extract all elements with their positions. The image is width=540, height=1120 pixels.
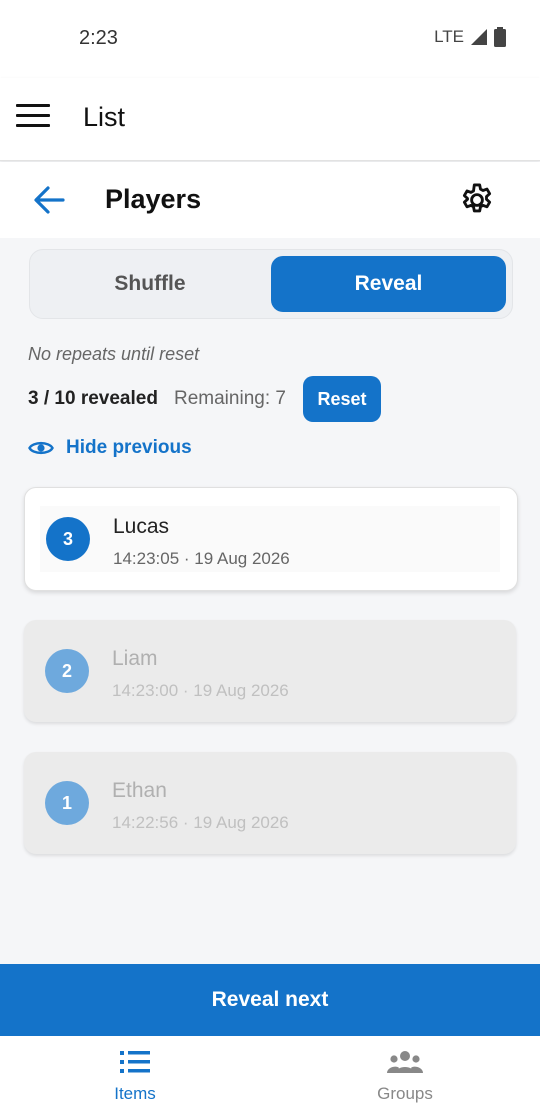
status-bar: 2:23 LTE [0,0,540,78]
bottom-nav: Items Groups [0,1036,540,1120]
nav-label: Groups [377,1084,433,1103]
app-title: List [83,102,126,132]
remaining-count: Remaining: 7 [174,388,286,409]
player-name: Lucas [113,515,170,538]
reveal-number-badge: 2 [45,649,89,693]
signal-icon [471,29,487,45]
back-arrow-icon[interactable] [32,184,66,216]
player-name: Ethan [112,779,167,802]
app-bar: List [0,78,540,161]
nav-item-groups[interactable]: Groups [270,1036,540,1120]
player-name: Liam [112,647,158,670]
hide-previous-label: Hide previous [66,437,192,458]
shuffle-tab[interactable]: Shuffle [30,256,270,312]
page-title: Players [105,184,202,214]
status-icons: LTE [434,27,506,47]
reveal-card-previous: 1 Ethan 14:22:56 · 19 Aug 2026 [24,752,516,854]
eye-icon [28,441,54,455]
groups-icon [387,1051,423,1073]
list-icon [120,1051,150,1073]
reveal-card-previous: 2 Liam 14:23:00 · 19 Aug 2026 [24,620,516,722]
hide-previous-toggle[interactable]: Hide previous [28,437,192,459]
revealed-count: 3 / 10 revealed [28,388,158,409]
reveal-timestamp: 14:23:05 · 19 Aug 2026 [113,549,290,568]
reveal-timestamp: 14:22:56 · 19 Aug 2026 [112,813,289,832]
reveal-tab[interactable]: Reveal [271,256,506,312]
reveal-next-button[interactable]: Reveal next [0,964,540,1036]
no-repeats-note: No repeats until reset [28,344,200,364]
menu-icon[interactable] [16,104,50,130]
reveal-number-badge: 1 [45,781,89,825]
reveal-number-badge: 3 [46,517,90,561]
network-type: LTE [434,27,464,46]
mode-toggle: Shuffle Reveal [29,249,513,319]
status-time: 2:23 [79,27,118,49]
reveal-card-current: 3 Lucas 14:23:05 · 19 Aug 2026 [24,487,518,591]
battery-icon [494,27,506,47]
reset-button[interactable]: Reset [303,376,381,422]
reveal-progress: 3 / 10 revealed Remaining: 7 [28,388,286,410]
nav-item-items[interactable]: Items [0,1036,270,1120]
nav-label: Items [114,1084,156,1103]
reveal-timestamp: 14:23:00 · 19 Aug 2026 [112,681,289,700]
settings-gear-icon[interactable] [458,181,496,219]
